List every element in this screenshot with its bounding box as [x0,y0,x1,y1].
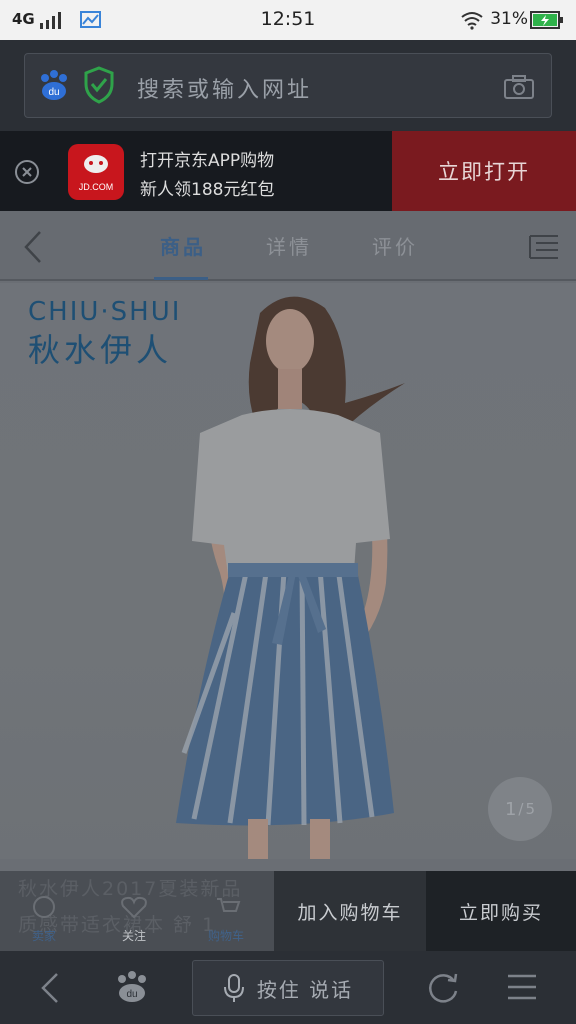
browser-menu-icon[interactable] [506,973,538,1001]
svg-text:du: du [126,989,137,1000]
model-figure [176,296,405,859]
follow-action[interactable]: 关注 [108,875,164,947]
close-icon[interactable] [14,159,40,185]
browser-toolbar: du 按住 说话 [0,951,576,1024]
product-image[interactable]: CHIU·SHUI 秋水伊人 1 / 5 [0,283,576,859]
jd-app-logo: JD.COM [68,144,124,200]
active-tab-indicator [154,277,208,280]
voice-label: 按住 说话 [256,977,354,1002]
image-counter: 1 / 5 [488,777,552,841]
status-bar: 4G 12:51 31% [0,0,576,40]
security-shield-icon [84,66,114,104]
app-promo-banner: JD.COM 打开京东APP购物 新人领188元红包 立即打开 [0,131,576,211]
voice-input-button[interactable]: 按住 说话 [192,960,384,1016]
camera-icon[interactable] [503,74,535,100]
tab-reviews[interactable]: 评价 [372,231,418,260]
battery-icon [530,11,563,29]
product-tab-bar: 商品 详情 评价 [0,211,576,281]
jd-mascot-icon [84,155,108,173]
shop-action[interactable]: 卖家 [18,875,74,947]
battery-percent: 31% [490,9,528,29]
cart-label: 购物车 [208,929,245,943]
counter-current: 1 [504,798,517,820]
menu-list-icon[interactable] [528,233,560,261]
shop-icon [33,896,55,918]
shop-label: 卖家 [32,929,57,943]
baidu-home-icon[interactable]: du [114,969,150,1005]
counter-total: 5 [525,800,536,818]
follow-label: 关注 [122,929,147,943]
banner-line1: 打开京东APP购物 [140,151,275,171]
tab-details[interactable]: 详情 [266,231,312,260]
heart-icon [121,896,147,919]
cart-action[interactable]: 购物车 [196,875,262,947]
microphone-icon [223,974,244,1002]
banner-line2: 新人领188元红包 [140,180,275,200]
browser-back-icon[interactable] [38,971,62,1005]
wifi-icon [461,12,483,30]
url-search-box[interactable]: du 搜索或输入网址 [24,53,552,118]
url-placeholder: 搜索或输入网址 [137,78,313,103]
svg-text:du: du [48,87,59,98]
jd-logo-text: JD.COM [78,182,114,192]
browser-url-area: du 搜索或输入网址 [0,40,576,131]
cart-icon [217,898,241,912]
buy-now-button[interactable]: 立即购买 [426,871,576,951]
bottom-action-bar: 秋水伊人2017夏装新品 质感带适衣裙本 舒 1 卖家 关注 购物车 加入购物车… [0,871,576,951]
back-icon[interactable] [20,229,46,265]
baidu-paw-icon[interactable]: du [37,68,71,102]
tab-product[interactable]: 商品 [160,231,206,260]
add-to-cart-button[interactable]: 加入购物车 [274,871,426,951]
product-page: 商品 详情 评价 CHIU·SHUI 秋水伊人 1 / 5 秋水伊人2017夏装… [0,211,576,951]
open-app-button[interactable]: 立即打开 [392,131,576,211]
refresh-icon[interactable] [426,971,460,1005]
